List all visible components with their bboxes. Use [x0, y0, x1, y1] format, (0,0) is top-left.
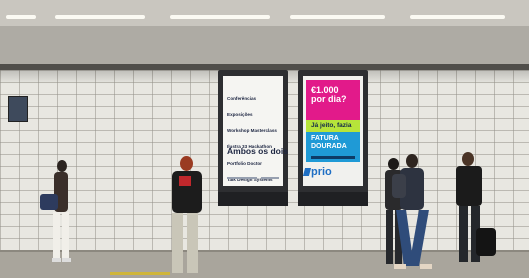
- leg: [409, 210, 429, 266]
- shirt: [179, 176, 191, 186]
- ceiling: [0, 0, 529, 26]
- kiosk-base: [298, 192, 368, 206]
- shoe: [62, 258, 71, 262]
- event-item: Workshop Masterclass: [227, 128, 277, 134]
- wall-monitor: [8, 96, 28, 122]
- handbag: [40, 194, 58, 210]
- person-man-right: [448, 150, 498, 268]
- floor-marking: [110, 272, 170, 275]
- metro-station-scene: Conferências Exposições Workshop Masterc…: [0, 0, 529, 278]
- ad-left-headline: Ambos os dois: [227, 146, 288, 156]
- person-woman-center: [164, 154, 208, 276]
- head: [57, 160, 67, 172]
- shoe: [52, 258, 61, 262]
- ceiling-light: [170, 15, 270, 19]
- brand-logo: prio: [303, 166, 332, 178]
- ad-kiosk-right: €1.000 por dia? Já jeito, fazia FATURA D…: [298, 70, 368, 206]
- ceiling-light: [290, 15, 385, 19]
- head: [180, 156, 193, 171]
- fine-print: [261, 177, 279, 179]
- shoe: [420, 264, 432, 269]
- leg: [459, 206, 468, 262]
- brand-mark-icon: [303, 168, 312, 176]
- offer-strip: [311, 156, 355, 159]
- ad-headline-block: €1.000 por dia?: [306, 80, 360, 120]
- leg: [187, 213, 198, 273]
- event-item: Exposições: [227, 112, 253, 118]
- head: [462, 152, 474, 166]
- ceiling-beam: [0, 26, 529, 67]
- kiosk-base: [218, 192, 288, 206]
- ad-screen-right: €1.000 por dia? Já jeito, fazia FATURA D…: [303, 76, 363, 186]
- leg: [62, 212, 69, 258]
- offer-line2: DOURADA: [311, 143, 347, 150]
- offer-text: FATURA DOURADA: [311, 135, 347, 151]
- offer-block: FATURA DOURADA: [306, 132, 360, 162]
- tagline-block: Já jeito, fazia: [306, 120, 360, 132]
- ad-headline-text: €1.000 por dia?: [311, 86, 347, 104]
- shirt: [456, 166, 482, 206]
- leg: [53, 212, 60, 258]
- event-item: Conferências: [227, 95, 257, 101]
- ad-kiosk-left: Conferências Exposições Workshop Masterc…: [218, 70, 288, 206]
- headline-line2: por dia?: [311, 94, 347, 104]
- head: [406, 154, 418, 168]
- ad-screen-left: Conferências Exposições Workshop Masterc…: [223, 76, 288, 198]
- event-item: Portfolio Doctor: [227, 160, 262, 166]
- brand-name: prio: [311, 166, 332, 178]
- fine-print: [227, 177, 257, 179]
- ceiling-light: [6, 15, 36, 19]
- person-woman-phone: [392, 152, 438, 274]
- ceiling-light: [410, 15, 505, 19]
- offer-line1: FATURA: [311, 135, 339, 142]
- backpack: [392, 174, 406, 198]
- ad-tagline: Já jeito, fazia: [311, 122, 352, 129]
- shoulder-bag: [476, 228, 496, 256]
- ceiling-light: [55, 15, 145, 19]
- shoe: [394, 264, 406, 269]
- leg: [172, 213, 183, 273]
- person-woman-left: [40, 158, 78, 264]
